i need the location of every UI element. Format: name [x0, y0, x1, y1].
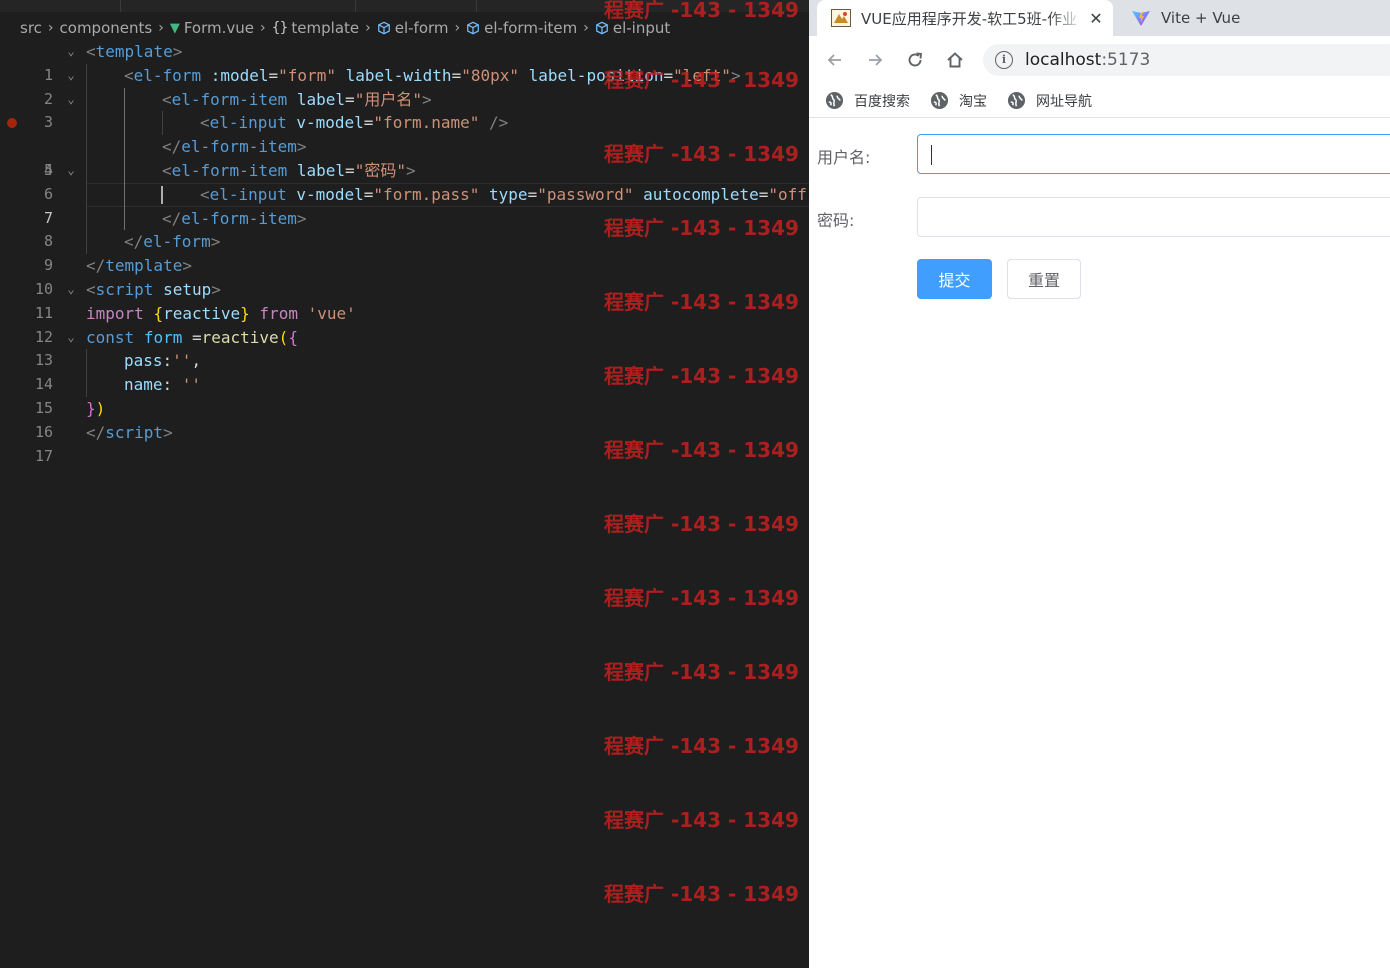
bookmark-baidu[interactable]: 百度搜索 — [825, 91, 910, 111]
username-input[interactable] — [917, 134, 1390, 174]
back-button[interactable] — [821, 46, 849, 74]
fold-chevron-icon[interactable]: ⌄ — [63, 88, 79, 112]
reload-button[interactable] — [901, 46, 929, 74]
globe-icon — [1007, 91, 1026, 110]
watermark-text: 程赛广 -143 - 1349 — [604, 808, 799, 832]
code-line[interactable]: 13 ⌄ const form =reactive({ — [0, 326, 809, 370]
breadcrumb: src › components › ▼ Form.vue › {} templ… — [0, 14, 809, 42]
submit-button[interactable]: 提交 — [917, 259, 992, 299]
code-area[interactable]: 1 ⌄ <template> 2 ⌄ <el-form :model="form… — [0, 40, 809, 465]
code-line[interactable]: 9 </el-form> — [0, 230, 809, 274]
breadcrumb-item-el-input[interactable]: el-input — [595, 19, 670, 37]
code-line[interactable]: 10 </template> — [0, 254, 809, 298]
watermark-text: 程赛广 -143 - 1349 — [604, 734, 799, 758]
password-input[interactable] — [917, 197, 1390, 237]
fold-chevron-icon[interactable]: ⌄ — [63, 40, 79, 64]
text-caret — [931, 145, 932, 165]
code-line[interactable]: 15 name: '' — [0, 373, 809, 417]
code-line[interactable]: 16 }) — [0, 397, 809, 441]
element-cube-icon — [595, 21, 608, 35]
chevron-right-icon: › — [158, 20, 164, 36]
watermark-text: 程赛广 -143 - 1349 — [604, 586, 799, 610]
watermark-text: 程赛广 -143 - 1349 — [604, 512, 799, 536]
code-line-current[interactable]: 7 <el-input v-model="form.pass" type="pa… — [0, 182, 809, 227]
watermark-text: 程赛广 -143 - 1349 — [604, 882, 799, 906]
code-line[interactable]: 2 ⌄ <el-form :model="form" label-width="… — [0, 63, 809, 108]
line-number: 17 — [34, 446, 53, 465]
browser-window: VUE应用程序开发-软工5班-作业 ✕ Vite + Vue i localho… — [809, 0, 1390, 968]
address-bar[interactable]: i localhost:5173 — [983, 44, 1390, 76]
password-label: 密码: — [817, 211, 855, 230]
code-line[interactable]: 17 </script> — [0, 421, 809, 465]
code-line[interactable]: 8 </el-form-item> — [0, 206, 809, 250]
forward-button[interactable] — [861, 46, 889, 74]
course-favicon-icon — [831, 9, 851, 27]
editor-tab-strip — [0, 0, 809, 12]
braces-icon: {} — [271, 20, 289, 36]
breadcrumb-item-template[interactable]: {} template — [272, 19, 360, 37]
bookmark-nav[interactable]: 网址导航 — [1007, 91, 1092, 111]
watermark-text: 程赛广 -143 - 1349 — [604, 660, 799, 684]
breakpoint-icon[interactable] — [7, 118, 17, 129]
browser-toolbar: i localhost:5173 — [809, 36, 1390, 84]
arrow-left-icon — [827, 54, 841, 66]
fold-chevron-icon[interactable]: ⌄ — [63, 326, 79, 350]
browser-tab-vite[interactable]: Vite + Vue — [1119, 0, 1379, 36]
chevron-right-icon: › — [365, 20, 371, 36]
fold-chevron-icon[interactable]: ⌄ — [63, 64, 79, 88]
chevron-right-icon: › — [583, 20, 589, 36]
bookmarks-bar: 百度搜索 淘宝 网址导航 — [809, 84, 1390, 118]
code-line[interactable]: 6 ⌄ <el-form-item label="密码"> — [0, 158, 809, 203]
text-cursor — [161, 185, 163, 204]
vite-logo-icon — [1132, 11, 1150, 26]
bookmark-taobao[interactable]: 淘宝 — [930, 91, 987, 111]
info-icon[interactable]: i — [995, 51, 1013, 69]
breadcrumb-item-components[interactable]: components — [60, 19, 153, 37]
fold-chevron-icon[interactable]: ⌄ — [63, 278, 79, 302]
breadcrumb-item-file[interactable]: ▼ Form.vue — [170, 19, 254, 37]
reload-icon — [908, 52, 923, 67]
username-label: 用户名: — [817, 148, 871, 167]
code-editor[interactable]: src › components › ▼ Form.vue › {} templ… — [0, 0, 809, 968]
code-line[interactable]: 4 <el-input v-model="form.name" /> — [0, 111, 809, 179]
vue-file-icon: ▼ — [169, 20, 180, 36]
code-line[interactable]: 12 import {reactive} from 'vue' — [0, 302, 809, 346]
home-button[interactable] — [941, 46, 969, 74]
breadcrumb-item-el-form-item[interactable]: el-form-item — [466, 19, 577, 37]
reset-button[interactable]: 重置 — [1007, 259, 1081, 299]
element-cube-icon — [377, 21, 390, 35]
code-line[interactable]: 11 ⌄ <script setup> — [0, 278, 809, 322]
browser-tab-active[interactable]: VUE应用程序开发-软工5班-作业 ✕ — [817, 0, 1113, 36]
close-tab-icon[interactable]: ✕ — [1083, 9, 1109, 28]
arrow-right-icon — [869, 54, 883, 66]
fold-chevron-icon[interactable]: ⌄ — [63, 159, 79, 183]
browser-tab-bar: VUE应用程序开发-软工5班-作业 ✕ Vite + Vue — [809, 0, 1390, 36]
chevron-right-icon: › — [47, 20, 54, 36]
breadcrumb-item-el-form[interactable]: el-form — [377, 19, 449, 37]
chevron-right-icon: › — [454, 20, 461, 36]
home-icon — [947, 52, 963, 68]
code-line[interactable]: 5 </el-form-item> — [0, 135, 809, 179]
code-line[interactable]: 3 ⌄ <el-form-item label="用户名"> — [0, 87, 809, 131]
chevron-right-icon: › — [259, 20, 266, 36]
code-line[interactable]: 14 pass:'', — [0, 349, 809, 393]
element-cube-icon — [467, 21, 480, 35]
breadcrumb-item-src[interactable]: src — [20, 19, 42, 37]
globe-icon — [930, 91, 949, 110]
page-content: 用户名: 密码: 提交 重置 — [809, 118, 1390, 968]
globe-icon — [825, 91, 844, 110]
code-line[interactable]: 1 ⌄ <template> — [0, 40, 809, 84]
